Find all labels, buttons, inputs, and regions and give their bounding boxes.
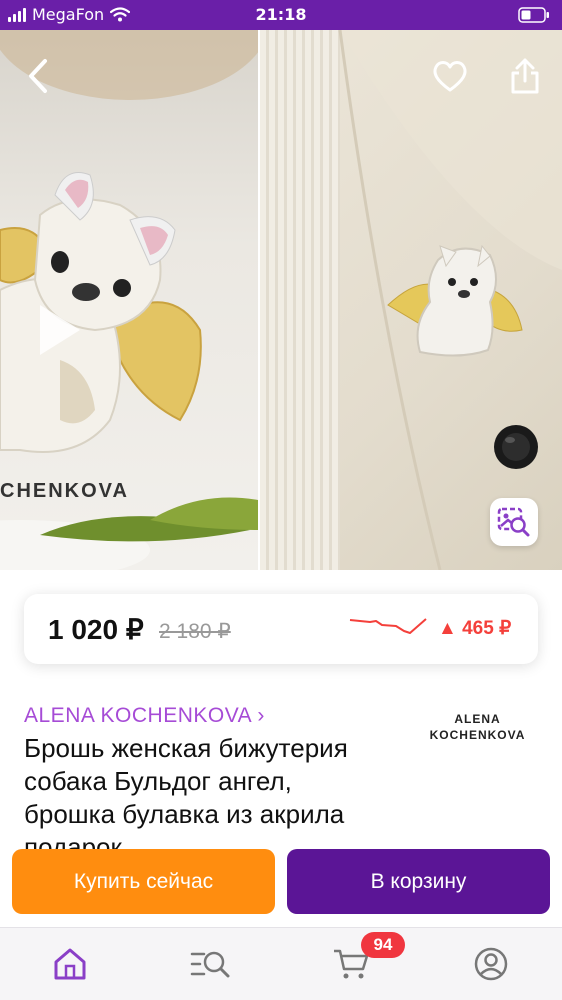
- brand-logo-line2: KOCHENKOVA: [429, 728, 526, 742]
- product-photo-closeup[interactable]: CHENKOVA: [0, 30, 258, 570]
- brand-link[interactable]: ALENA KOCHENKOVA ›: [24, 704, 265, 728]
- photo-watermark: CHENKOVA: [0, 480, 129, 502]
- brand-logo-line1: ALENA: [454, 712, 501, 726]
- share-icon: [511, 58, 539, 94]
- share-button[interactable]: [506, 54, 544, 98]
- add-to-cart-button[interactable]: В корзину: [287, 849, 550, 914]
- brooch-on-jacket-image: [338, 30, 562, 570]
- tab-profile[interactable]: [467, 942, 515, 986]
- brand-logo[interactable]: ALENA KOCHENKOVA: [420, 705, 535, 749]
- catalog-search-icon: [190, 951, 230, 978]
- status-time: 21:18: [255, 5, 307, 24]
- back-button[interactable]: [20, 56, 56, 96]
- status-bar: MegaFon 21:18: [0, 0, 562, 30]
- price-change[interactable]: ▲ 465 ₽: [438, 617, 511, 640]
- old-price: 2 180 ₽: [159, 620, 231, 643]
- home-icon: [54, 948, 86, 980]
- favorite-button[interactable]: [430, 56, 470, 96]
- cart-count-badge: 94: [361, 932, 405, 958]
- product-photo-worn[interactable]: [260, 30, 562, 570]
- product-gallery[interactable]: CHENKOVA: [0, 30, 562, 570]
- current-price: 1 020 ₽: [48, 614, 144, 645]
- bottom-tab-bar: [0, 927, 562, 1000]
- price-trend-chart[interactable]: [348, 614, 428, 644]
- heart-icon: [433, 61, 467, 92]
- chevron-left-icon: [29, 59, 47, 93]
- battery-icon: [518, 7, 550, 27]
- buy-now-button[interactable]: Купить сейчас: [12, 849, 275, 914]
- visual-search-button[interactable]: [490, 498, 538, 546]
- profile-icon: [474, 947, 508, 981]
- tab-home[interactable]: [46, 942, 94, 986]
- tab-catalog[interactable]: [186, 942, 234, 986]
- price-card: 1 020 ₽ 2 180 ₽ ▲ 465 ₽: [24, 594, 538, 664]
- image-search-icon: [497, 507, 530, 537]
- product-title: Брошь женская бижутерия собака Бульдог а…: [24, 733, 348, 862]
